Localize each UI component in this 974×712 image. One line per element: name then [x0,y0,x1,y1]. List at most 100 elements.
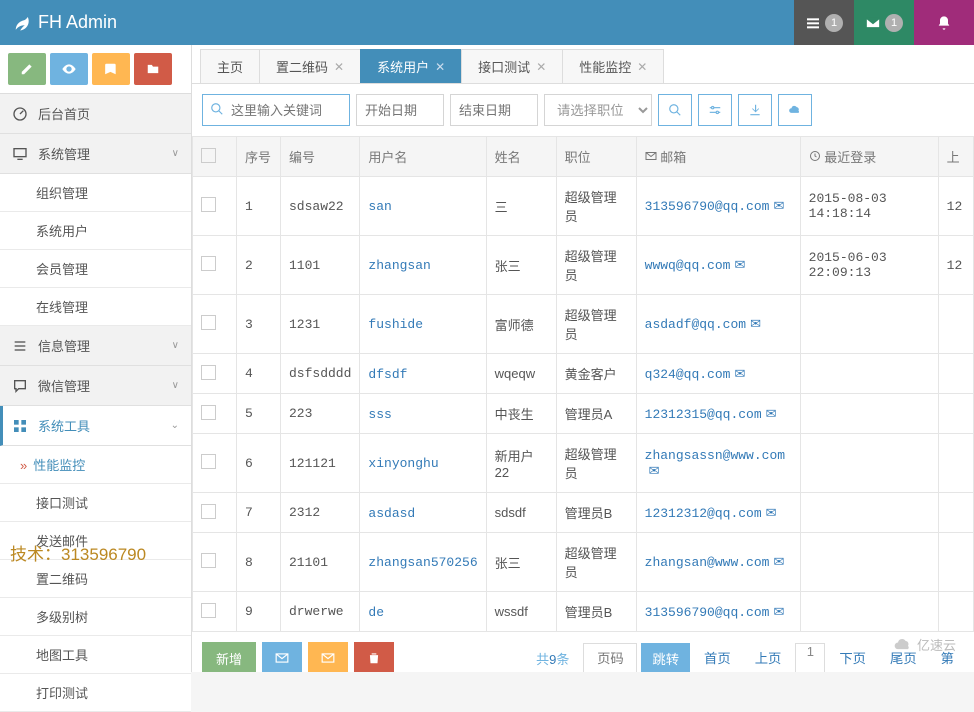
nav-sub-item[interactable]: 系统用户 [0,212,191,250]
username-link[interactable]: zhangsan [368,258,430,273]
nav-sub-item[interactable]: 置二维码 [0,560,191,598]
email-link[interactable]: zhangsassn@www.com [645,448,785,463]
tab-接口测试[interactable]: 接口测试✕ [461,49,563,83]
row-checkbox[interactable] [201,256,216,271]
nav-sub-item[interactable]: 地图工具 [0,636,191,674]
page-input[interactable] [583,643,637,672]
tab-系统用户[interactable]: 系统用户✕ [360,49,462,83]
mail-icon[interactable]: ✉ [734,366,745,381]
row-checkbox[interactable] [201,603,216,618]
cell-login [800,295,938,354]
table-row: 7 2312 asdasd sdsdf 管理员B 12312312@qq.com… [193,493,974,533]
username-link[interactable]: dfsdf [368,367,407,382]
mail-icon[interactable]: ✉ [773,604,784,619]
nav-sub-item[interactable]: 组织管理 [0,174,191,212]
edit-button[interactable] [8,53,46,85]
delete-button[interactable] [354,642,394,672]
email-link[interactable]: asdadf@qq.com [645,317,746,332]
filter-button[interactable] [698,94,732,126]
book-button[interactable] [92,53,130,85]
sms-action-button[interactable] [308,642,348,672]
download-button[interactable] [738,94,772,126]
nav-item-monitor[interactable]: 系统管理 ∨ [0,134,191,174]
nav-sub-item[interactable]: 打印测试 [0,674,191,712]
email-link[interactable]: 313596790@qq.com [645,199,770,214]
nav-sub-item[interactable]: 性能监控 [0,446,191,484]
mail-icon[interactable]: ✉ [773,554,784,569]
nav-sub-item[interactable]: 在线管理 [0,288,191,326]
email-link[interactable]: wwwq@qq.com [645,258,731,273]
add-button[interactable]: 新增 [202,642,256,672]
tab-性能监控[interactable]: 性能监控✕ [562,49,664,83]
email-link[interactable]: q324@qq.com [645,367,731,382]
leaf-icon [12,14,30,32]
email-link[interactable]: zhangsan@www.com [645,555,770,570]
role-select[interactable]: 请选择职位 [544,94,652,126]
email-link[interactable]: 313596790@qq.com [645,605,770,620]
cell-idx: 2 [237,236,281,295]
nav-label: 信息管理 [38,336,90,355]
chevron-down-icon: ∨ [172,148,179,159]
first-page-button[interactable]: 首页 [694,643,741,672]
monitor-icon [12,146,28,162]
clock-icon [809,150,821,162]
row-checkbox[interactable] [201,405,216,420]
username-link[interactable]: xinyonghu [368,456,438,471]
row-checkbox[interactable] [201,365,216,380]
username-link[interactable]: sss [368,407,391,422]
username-link[interactable]: san [368,199,391,214]
tab-置二维码[interactable]: 置二维码✕ [259,49,361,83]
nav-sub-item[interactable]: 接口测试 [0,484,191,522]
select-all-checkbox[interactable] [201,148,216,163]
mail-icon[interactable]: ✉ [766,505,777,520]
tab-主页[interactable]: 主页 [200,49,260,83]
row-checkbox[interactable] [201,197,216,212]
row-checkbox[interactable] [201,315,216,330]
end-date-input[interactable] [450,94,538,126]
nav-item-grid[interactable]: 系统工具 ⌄ [0,406,191,446]
view-button[interactable] [50,53,88,85]
col-mail: 邮箱 [636,137,800,177]
close-icon[interactable]: ✕ [435,60,445,74]
row-checkbox[interactable] [201,553,216,568]
mail-icon[interactable]: ✉ [766,406,777,421]
nav-sub-item[interactable]: 多级别树 [0,598,191,636]
mail-icon[interactable]: ✉ [734,257,745,272]
bell-icon [936,15,952,31]
username-link[interactable]: fushide [368,317,423,332]
book-icon [104,62,118,76]
nav-item-dashboard[interactable]: 后台首页 [0,94,191,134]
row-checkbox[interactable] [201,504,216,519]
mail-button[interactable]: 1 [854,0,914,45]
mail-action-button[interactable] [262,642,302,672]
email-link[interactable]: 12312312@qq.com [645,506,762,521]
cell-login [800,493,938,533]
nav-sub-item[interactable]: 会员管理 [0,250,191,288]
search-input[interactable] [202,94,350,126]
cell-last: 12 [938,236,973,295]
jump-button[interactable]: 跳转 [641,643,690,672]
bell-button[interactable] [914,0,974,45]
tasks-button[interactable]: 1 [794,0,854,45]
close-icon[interactable]: ✕ [334,60,344,74]
table-row: 5 223 sss 中丧生 管理员A 12312315@qq.com✉ [193,394,974,434]
mail-icon[interactable]: ✉ [750,316,761,331]
mail-icon[interactable]: ✉ [649,463,660,478]
username-link[interactable]: asdasd [368,506,415,521]
close-icon[interactable]: ✕ [536,60,546,74]
email-link[interactable]: 12312315@qq.com [645,407,762,422]
nav-item-list[interactable]: 信息管理 ∨ [0,326,191,366]
mail-icon[interactable]: ✉ [773,198,784,213]
cell-last [938,295,973,354]
prev-page-button[interactable]: 上页 [745,643,792,672]
next-page-button[interactable]: 下页 [829,643,876,672]
username-link[interactable]: de [368,605,384,620]
close-icon[interactable]: ✕ [637,60,647,74]
folder-button[interactable] [134,53,172,85]
start-date-input[interactable] [356,94,444,126]
nav-item-chat[interactable]: 微信管理 ∨ [0,366,191,406]
row-checkbox[interactable] [201,454,216,469]
cloud-button[interactable] [778,94,812,126]
username-link[interactable]: zhangsan570256 [368,555,477,570]
search-button[interactable] [658,94,692,126]
